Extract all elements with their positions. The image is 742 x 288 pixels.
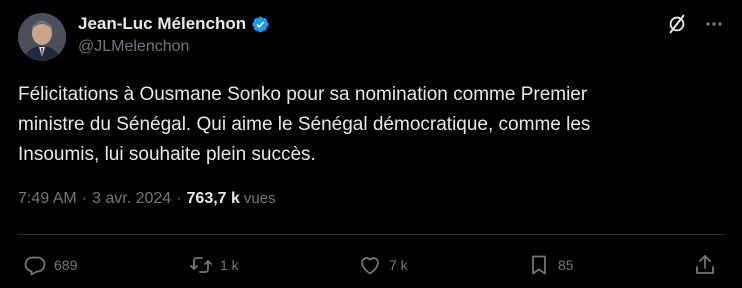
tweet-meta: 7:49 AM · 3 avr. 2024 · 763,7 k vues xyxy=(18,190,276,208)
views-count: 763,7 k xyxy=(186,190,240,207)
bookmark-icon xyxy=(527,253,551,277)
tweet: Jean-Luc Mélenchon @JLMelenchon Félicita… xyxy=(0,0,742,288)
avatar[interactable] xyxy=(18,13,66,61)
retweet-icon xyxy=(189,253,213,277)
like-count: 7 k xyxy=(389,257,408,273)
reply-icon xyxy=(23,253,47,277)
reply-button[interactable]: 689 xyxy=(23,250,77,280)
meta-separator: · xyxy=(176,190,182,207)
tweet-text: Félicitations à Ousmane Sonko pour sa no… xyxy=(18,84,591,165)
bookmark-button[interactable]: 85 xyxy=(527,250,574,280)
reply-count: 689 xyxy=(54,257,78,273)
verified-badge-icon[interactable] xyxy=(251,15,270,34)
author-name-row: Jean-Luc Mélenchon xyxy=(78,13,270,35)
author-handle[interactable]: @JLMelenchon xyxy=(78,38,189,56)
grok-icon[interactable] xyxy=(665,12,689,36)
retweet-button[interactable]: 1 k xyxy=(189,250,239,280)
meta-separator: · xyxy=(81,190,88,207)
tweet-time[interactable]: 7:49 AM xyxy=(18,190,77,208)
share-icon xyxy=(693,253,717,277)
like-button[interactable]: 7 k xyxy=(358,250,408,280)
divider xyxy=(18,234,724,235)
author-display-name[interactable]: Jean-Luc Mélenchon xyxy=(78,14,246,34)
share-button[interactable] xyxy=(693,250,717,280)
retweet-count: 1 k xyxy=(220,257,239,273)
more-icon[interactable] xyxy=(700,12,728,36)
views-label: vues xyxy=(243,190,276,207)
bookmark-count: 85 xyxy=(558,257,574,273)
heart-icon xyxy=(358,253,382,277)
action-bar: 689 1 k 7 k 85 xyxy=(0,250,742,280)
tweet-date[interactable]: 3 avr. 2024 xyxy=(92,190,171,208)
